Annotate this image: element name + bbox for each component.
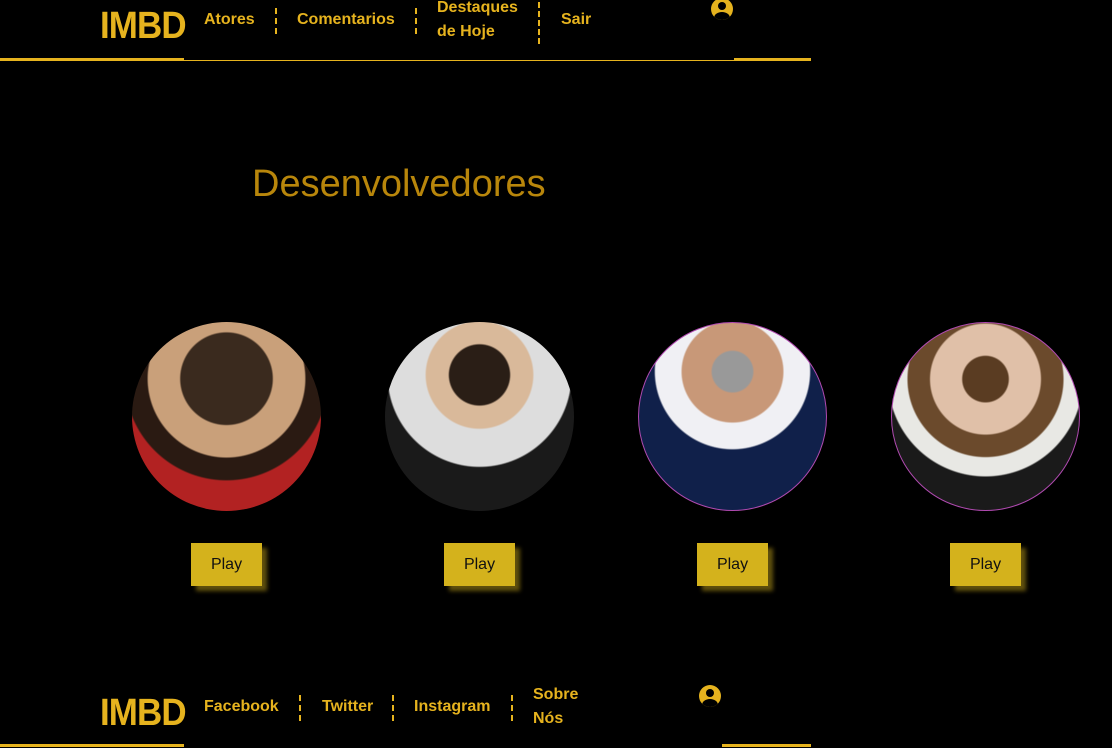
footer-sobre-line2: Nós <box>533 710 564 727</box>
play-button-1[interactable]: Play <box>191 543 262 586</box>
nav-destaques-line1: Destaques <box>437 0 518 16</box>
nav-separator <box>275 8 277 34</box>
page-title: Desenvolvedores <box>252 163 546 205</box>
footer-sobre-line1: Sobre <box>533 686 579 703</box>
nav-destaques-line2: de Hoje <box>437 23 495 40</box>
page: IMBD Atores Comentarios Destaques de Hoj… <box>0 0 1112 748</box>
developer-avatar-1 <box>132 322 321 511</box>
footer-underline-right <box>722 744 811 747</box>
header-divider <box>184 60 734 61</box>
header-underline-right <box>734 58 811 61</box>
nav-comentarios[interactable]: Comentarios <box>297 8 395 32</box>
nav-destaques[interactable]: Destaques de Hoje <box>437 0 518 44</box>
play-button-4[interactable]: Play <box>950 543 1021 586</box>
footer-separator <box>392 695 394 721</box>
footer-underline-left <box>0 744 184 747</box>
nav-separator <box>538 2 540 44</box>
developer-avatar-2 <box>385 322 574 511</box>
footer-link-twitter[interactable]: Twitter <box>322 695 373 719</box>
footer-logo[interactable]: IMBD <box>100 692 187 735</box>
nav-sair[interactable]: Sair <box>561 8 591 32</box>
footer-link-instagram[interactable]: Instagram <box>414 695 490 719</box>
footer-separator <box>511 695 513 721</box>
developer-avatar-3 <box>638 322 827 511</box>
footer-link-sobre[interactable]: Sobre Nós <box>533 683 578 731</box>
developer-avatar-4 <box>891 322 1080 511</box>
footer-link-facebook[interactable]: Facebook <box>204 695 279 719</box>
header-logo[interactable]: IMBD <box>100 5 187 48</box>
nav-atores[interactable]: Atores <box>204 8 255 32</box>
user-circle-icon[interactable] <box>711 0 733 20</box>
nav-separator <box>415 8 417 34</box>
play-button-3[interactable]: Play <box>697 543 768 586</box>
play-button-2[interactable]: Play <box>444 543 515 586</box>
header-underline-left <box>0 58 184 61</box>
footer-separator <box>299 695 301 721</box>
user-circle-icon[interactable] <box>699 685 721 707</box>
